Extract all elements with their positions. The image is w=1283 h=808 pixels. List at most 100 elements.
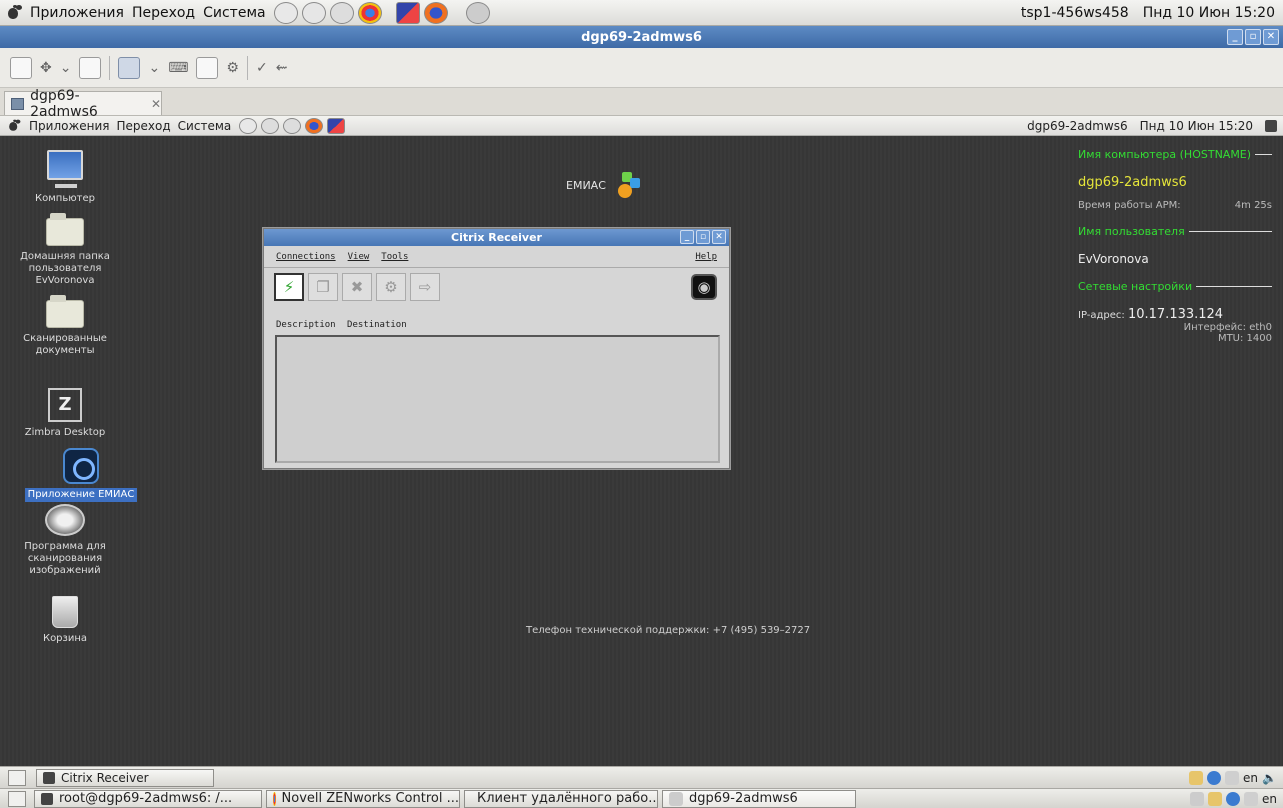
network-launcher-icon[interactable] bbox=[329, 1, 354, 24]
notes-icon[interactable] bbox=[1208, 791, 1222, 806]
fullscreen-icon[interactable] bbox=[10, 56, 32, 79]
desktop-icon-home[interactable]: Домашняя папка пользователя EvVoronova bbox=[10, 213, 120, 288]
ip-label: IP-адрес: bbox=[1078, 310, 1125, 321]
desktop-icon-scans[interactable]: Сканированные документы bbox=[10, 295, 120, 358]
citrix-titlebar[interactable]: Citrix Receiver _ ▫ ✕ bbox=[264, 229, 729, 246]
show-desktop-icon[interactable] bbox=[8, 790, 26, 807]
system-info-panel: Имя компьютера (HOSTNAME) dgp69-2admws6 … bbox=[1078, 148, 1272, 344]
taskbar-button-terminal[interactable]: root@dgp69-2admws6: /... bbox=[34, 789, 262, 808]
chrome-icon bbox=[273, 791, 276, 806]
desktop-icon-zimbra[interactable]: Z Zimbra Desktop bbox=[10, 388, 120, 440]
app-launcher-icon[interactable] bbox=[327, 117, 346, 134]
firefox-icon[interactable] bbox=[423, 1, 448, 24]
notes-icon[interactable] bbox=[1189, 770, 1204, 785]
desktop-icon-emias[interactable]: Приложение ЕМИАС bbox=[25, 448, 137, 502]
receiver-logo-icon[interactable]: ◉ bbox=[691, 274, 717, 300]
gnome-foot-icon[interactable] bbox=[8, 119, 21, 132]
window-title: dgp69-2admws6 bbox=[581, 29, 702, 45]
desktop-icon-computer[interactable]: Компьютер bbox=[10, 150, 120, 206]
show-desktop-icon[interactable] bbox=[8, 769, 26, 786]
uptime-row: Время работы АРМ: 4m 25s bbox=[1078, 200, 1272, 211]
menu-connections[interactable]: Connections bbox=[276, 252, 336, 262]
keyboard-icon[interactable]: ⌨ bbox=[168, 60, 188, 76]
citrix-receiver-window: Citrix Receiver _ ▫ ✕ Connections View T… bbox=[263, 228, 730, 469]
close-icon[interactable]: ✕ bbox=[712, 230, 726, 244]
clipboard-icon[interactable] bbox=[1225, 770, 1240, 785]
move-icon[interactable]: ✥ bbox=[40, 60, 52, 76]
close-icon[interactable]: ✕ bbox=[1263, 29, 1279, 45]
section-network: Сетевые настройки bbox=[1078, 280, 1272, 293]
taskbar-button-zenworks[interactable]: Novell ZENworks Control ... bbox=[266, 789, 460, 808]
close-icon[interactable]: ✕ bbox=[151, 97, 161, 111]
home-folder-icon bbox=[46, 213, 84, 246]
chevron-down-icon[interactable]: ⌄ bbox=[60, 60, 72, 76]
remote-menu-places[interactable]: Переход bbox=[117, 119, 171, 133]
clipboard-icon[interactable] bbox=[1244, 791, 1258, 806]
tab-label: dgp69-2admws6 bbox=[30, 87, 98, 120]
tab-remote-session[interactable]: dgp69-2admws6 ✕ bbox=[4, 88, 162, 120]
chevron-down-icon[interactable]: ⌄ bbox=[148, 60, 160, 76]
taskbar-button-rdp-client[interactable]: Клиент удалённого рабо... bbox=[464, 789, 658, 808]
host-tab-bar: dgp69-2admws6 ✕ bbox=[0, 88, 1283, 120]
app-launcher-icon[interactable] bbox=[395, 1, 420, 24]
menu-view[interactable]: View bbox=[348, 252, 370, 262]
menu-system[interactable]: Система bbox=[203, 5, 265, 21]
pin-icon[interactable]: ✓ bbox=[256, 60, 268, 76]
keyboard-layout[interactable]: en bbox=[1243, 771, 1258, 785]
taskbar-button-session[interactable]: dgp69-2admws6 bbox=[662, 789, 856, 808]
delete-icon[interactable]: ✖ bbox=[342, 273, 372, 301]
network-status-icon[interactable] bbox=[1207, 770, 1222, 785]
connect-icon[interactable]: ⚡ bbox=[274, 273, 304, 301]
section-hostname: Имя компьютера (HOSTNAME) bbox=[1078, 148, 1272, 161]
info-user: EvVoronova bbox=[1078, 252, 1149, 266]
settings-icon[interactable]: ⚙ bbox=[226, 60, 239, 76]
window-controls: _ ▫ ✕ bbox=[1227, 29, 1279, 45]
network-launcher-icon[interactable] bbox=[301, 1, 326, 24]
remote-datetime[interactable]: Пнд 10 Июн 15:20 bbox=[1140, 119, 1253, 133]
desktop-icon-scanner[interactable]: Программа для сканирования изображений bbox=[10, 504, 120, 578]
network-launcher-icon[interactable] bbox=[261, 117, 280, 134]
remote-desktop-icon[interactable] bbox=[465, 1, 490, 24]
remote-menu-system[interactable]: Система bbox=[178, 119, 232, 133]
column-description[interactable]: Description bbox=[276, 320, 336, 330]
remote-menu-applications[interactable]: Приложения bbox=[29, 119, 110, 133]
host-tray: en bbox=[1190, 791, 1277, 806]
minimize-icon[interactable]: _ bbox=[1227, 29, 1243, 45]
maximize-icon[interactable]: ▫ bbox=[696, 230, 710, 244]
scale-icon[interactable] bbox=[118, 56, 141, 79]
window-titlebar[interactable]: dgp69-2admws6 _ ▫ ✕ bbox=[0, 26, 1283, 48]
firefox-icon[interactable] bbox=[305, 117, 324, 134]
copy-icon[interactable]: ❐ bbox=[308, 273, 338, 301]
column-destination[interactable]: Destination bbox=[347, 320, 407, 330]
maximize-icon[interactable]: ▫ bbox=[1245, 29, 1261, 45]
network-status-icon[interactable] bbox=[1226, 791, 1240, 806]
menu-places[interactable]: Переход bbox=[132, 5, 195, 21]
disconnect-icon[interactable]: ⇜ bbox=[276, 60, 288, 76]
taskbar-button-citrix[interactable]: Citrix Receiver bbox=[36, 768, 214, 787]
menu-applications[interactable]: Приложения bbox=[30, 5, 124, 21]
host-datetime[interactable]: Пнд 10 Июн 15:20 bbox=[1143, 5, 1275, 21]
network-launcher-icon[interactable] bbox=[283, 117, 302, 134]
properties-icon[interactable]: ⚙ bbox=[376, 273, 406, 301]
gnome-foot-icon[interactable] bbox=[6, 4, 22, 21]
keyboard-layout[interactable]: en bbox=[1262, 792, 1277, 806]
arrow-right-icon[interactable]: ⇨ bbox=[410, 273, 440, 301]
connections-list[interactable] bbox=[275, 335, 720, 463]
screenshot-icon[interactable] bbox=[196, 56, 219, 79]
shutdown-icon[interactable] bbox=[1265, 119, 1277, 132]
minimize-icon[interactable]: _ bbox=[680, 230, 694, 244]
copy-icon[interactable] bbox=[79, 56, 102, 79]
host-hostname: tsp1-456ws458 bbox=[1020, 4, 1129, 21]
terminal-icon bbox=[41, 792, 53, 805]
iface-value: Интерфейс: eth0 bbox=[1183, 322, 1272, 333]
menu-help[interactable]: Help bbox=[695, 252, 717, 262]
desktop-icon-trash[interactable]: Корзина bbox=[10, 596, 120, 646]
volume-icon[interactable]: 🔈 bbox=[1262, 771, 1277, 785]
network-launcher-icon[interactable] bbox=[273, 1, 298, 24]
network-launcher-icon[interactable] bbox=[239, 117, 258, 134]
chrome-icon[interactable] bbox=[357, 1, 382, 24]
taskbar-label: root@dgp69-2admws6: /... bbox=[59, 791, 233, 806]
remote-clock-area: dgp69-2admws6 Пнд 10 Июн 15:20 bbox=[1027, 119, 1277, 133]
remote-desktop-icon[interactable] bbox=[1190, 791, 1204, 806]
menu-tools[interactable]: Tools bbox=[381, 252, 408, 262]
